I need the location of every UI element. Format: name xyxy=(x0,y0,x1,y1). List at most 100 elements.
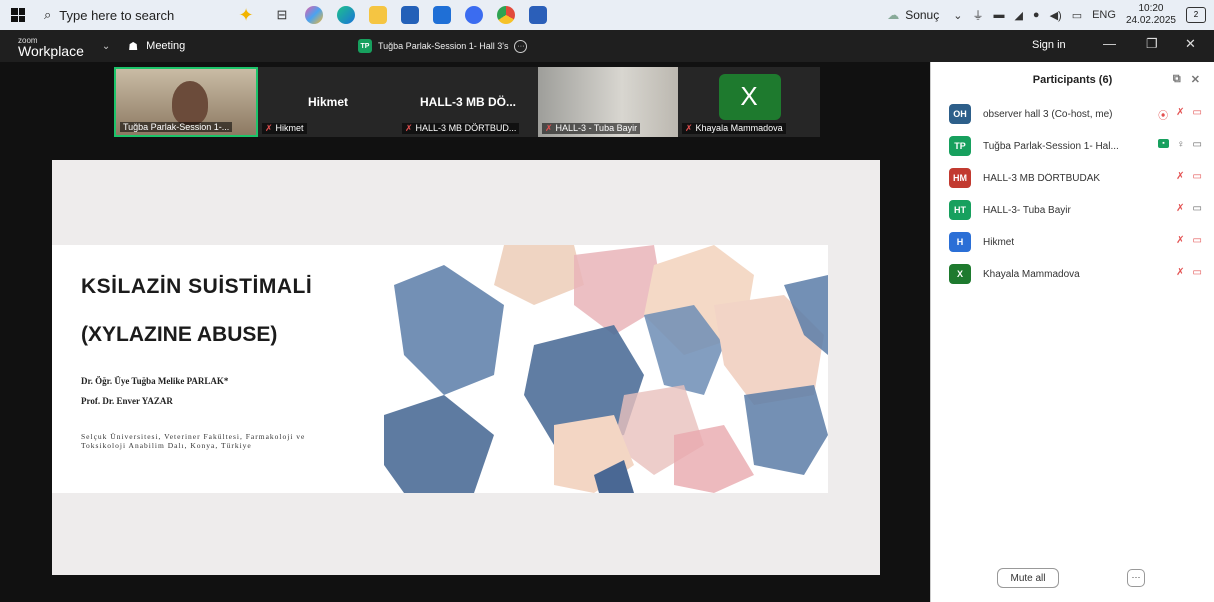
participant-name: HALL-3 MB DÖRTBUDAK xyxy=(983,172,1101,184)
chevron-down-icon[interactable]: ⌄ xyxy=(102,41,110,52)
participants-header: Participants (6) ⧉ ✕ xyxy=(931,62,1214,98)
mute-all-button[interactable]: Mute all xyxy=(997,568,1059,588)
video-off-icon[interactable]: ▭ xyxy=(1193,107,1202,122)
weather-widget[interactable]: ☁ Sonuç xyxy=(887,8,939,22)
video-thumb-khayala[interactable]: X ✗ Khayala Mammadova xyxy=(678,67,820,137)
slide-author-1: Dr. Öğr. Üye Tuğba Melike PARLAK* xyxy=(81,376,229,386)
participant-row[interactable]: TP Tuğba Parlak-Session 1- Hal... ▪ ♀ ▭ xyxy=(931,130,1214,162)
store-icon[interactable] xyxy=(394,0,426,30)
avatar: TP xyxy=(949,136,971,156)
participant-name: observer hall 3 (Co-host, me) xyxy=(983,108,1113,120)
system-tray: ⌄ ⏚ ▬ ◢ ● ◀) ▭ ENG xyxy=(953,7,1116,23)
search-placeholder: Type here to search xyxy=(59,7,175,23)
notification-center-icon[interactable]: 2 xyxy=(1186,7,1206,23)
participant-row[interactable]: H Hikmet ✗ ▭ xyxy=(931,226,1214,258)
copilot-app-icon[interactable] xyxy=(298,0,330,30)
host-avatar: TP xyxy=(358,39,372,53)
zoom-app-icon[interactable] xyxy=(458,0,490,30)
keyboard-icon[interactable]: ▭ xyxy=(1072,9,1082,22)
zoom-logo-big: Workplace xyxy=(18,42,84,59)
weather-text: Sonuç xyxy=(905,8,940,22)
volume-icon[interactable]: ◀) xyxy=(1050,9,1062,22)
restore-icon[interactable]: ❐ xyxy=(1146,36,1158,52)
close-icon[interactable]: ✕ xyxy=(1185,36,1196,52)
minimize-icon[interactable]: — xyxy=(1103,36,1116,51)
video-off-icon[interactable]: ▭ xyxy=(1193,171,1202,182)
mic-muted-icon[interactable]: ✗ xyxy=(1176,107,1184,122)
microphone-icon[interactable]: ● xyxy=(1033,9,1040,21)
weather-icon: ☁ xyxy=(887,8,900,22)
zoom-title-bar: zoom Workplace ⌄ ☗ Meeting TP Tuğba Parl… xyxy=(0,30,1214,62)
more-options-button[interactable]: ··· xyxy=(1127,569,1145,587)
participant-row[interactable]: OH observer hall 3 (Co-host, me) ⦿ ✗ ▭ xyxy=(931,98,1214,130)
video-on-icon[interactable]: ▭ xyxy=(1193,139,1202,150)
chrome-icon[interactable] xyxy=(490,0,522,30)
video-thumb-hall3-mb[interactable]: HALL-3 MB DÖ... ✗ HALL-3 MB DÖRTBUD... xyxy=(398,67,538,137)
wifi-icon[interactable]: ◢ xyxy=(1014,9,1022,22)
speaker-portrait xyxy=(172,81,208,125)
network-device-icon[interactable]: ▬ xyxy=(993,9,1004,21)
tray-chevron-icon[interactable]: ⌄ xyxy=(953,9,962,22)
meeting-stage: Tuğba Parlak-Session 1-... Hikmet ✗ Hikme… xyxy=(0,62,930,602)
meeting-menu[interactable]: ☗ Meeting xyxy=(128,40,185,53)
participants-title: Participants (6) xyxy=(1032,74,1113,86)
search-icon: ⌕ xyxy=(44,7,52,22)
usb-icon[interactable]: ⏚ xyxy=(972,7,983,23)
mic-muted-icon[interactable]: ✗ xyxy=(1176,235,1184,246)
mic-muted-icon[interactable]: ✗ xyxy=(1176,267,1184,278)
word-icon[interactable] xyxy=(522,0,554,30)
mic-muted-icon[interactable]: ✗ xyxy=(1176,171,1184,182)
mic-muted-icon: ✗ xyxy=(545,123,553,133)
participant-name: Khayala Mammadova xyxy=(983,268,1080,280)
video-on-icon[interactable]: ▭ xyxy=(1193,203,1202,214)
video-off-icon[interactable]: ▭ xyxy=(1193,267,1202,278)
video-thumb-tuba[interactable]: ✗ HALL-3 - Tuba Bayir xyxy=(538,67,678,137)
thumb-big-name: HALL-3 MB DÖ... xyxy=(420,95,516,109)
screen-share-icon: ▪ xyxy=(1158,139,1170,148)
participant-row[interactable]: HM HALL-3 MB DÖRTBUDAK ✗ ▭ xyxy=(931,162,1214,194)
taskbar-search[interactable]: ⌕ Type here to search xyxy=(36,2,226,28)
task-view-icon[interactable]: ⊟ xyxy=(266,0,298,30)
outlook-icon[interactable] xyxy=(426,0,458,30)
slide-subtitle: (XYLAZINE ABUSE) xyxy=(81,323,278,346)
mic-on-icon[interactable]: ♀ xyxy=(1177,139,1185,150)
participant-name: Hikmet xyxy=(983,236,1015,248)
thumb-big-name: Hikmet xyxy=(307,95,348,109)
video-off-icon[interactable]: ▭ xyxy=(1193,235,1202,246)
language-indicator[interactable]: ENG xyxy=(1092,9,1116,21)
zoom-logo: zoom Workplace xyxy=(18,36,84,59)
thumb-name: ✗ Khayala Mammadova xyxy=(682,123,786,134)
edge-icon[interactable] xyxy=(330,0,362,30)
notification-count: 2 xyxy=(1193,10,1199,19)
mic-muted-icon[interactable]: ✗ xyxy=(1176,203,1184,214)
mic-muted-icon: ✗ xyxy=(405,123,413,133)
avatar: H xyxy=(949,232,971,252)
meeting-title-text: Tuğba Parlak-Session 1- Hall 3's xyxy=(378,41,509,51)
avatar: X xyxy=(949,264,971,284)
copilot-sparkle-icon[interactable]: ✦ xyxy=(226,5,266,26)
close-panel-icon[interactable]: ✕ xyxy=(1191,73,1200,86)
start-button[interactable] xyxy=(0,0,36,30)
file-explorer-icon[interactable] xyxy=(362,0,394,30)
thumb-name: ✗ HALL-3 MB DÖRTBUD... xyxy=(402,123,520,134)
recording-icon: ⦿ xyxy=(1158,111,1169,122)
meeting-title[interactable]: TP Tuğba Parlak-Session 1- Hall 3's ··· xyxy=(358,36,528,56)
participant-name: Tuğba Parlak-Session 1- Hal... xyxy=(983,140,1119,152)
video-thumb-hikmet[interactable]: Hikmet ✗ Hikmet xyxy=(258,67,398,137)
meeting-info-icon[interactable]: ··· xyxy=(514,39,528,53)
clock-date: 24.02.2025 xyxy=(1125,15,1176,26)
participant-row[interactable]: HT HALL-3- Tuba Bayir ✗ ▭ xyxy=(931,194,1214,226)
clock[interactable]: 10:20 24.02.2025 xyxy=(1126,3,1176,27)
participant-row[interactable]: X Khayala Mammadova ✗ ▭ xyxy=(931,258,1214,290)
slide-title: KSİLAZİN SUİSTİMALİ xyxy=(81,275,313,298)
sign-in-button[interactable]: Sign in xyxy=(1032,39,1066,51)
slide-content: KSİLAZİN SUİSTİMALİ (XYLAZINE ABUSE) Dr.… xyxy=(52,245,828,493)
participant-name: HALL-3- Tuba Bayir xyxy=(983,204,1071,216)
slide-watercolor-art xyxy=(384,245,828,493)
avatar: HT xyxy=(949,200,971,220)
avatar: OH xyxy=(949,104,971,124)
meeting-label: Meeting xyxy=(146,40,186,52)
pop-out-icon[interactable]: ⧉ xyxy=(1173,73,1181,86)
thumb-avatar-letter: X xyxy=(740,81,758,111)
video-thumb-speaker[interactable]: Tuğba Parlak-Session 1-... xyxy=(114,67,258,137)
